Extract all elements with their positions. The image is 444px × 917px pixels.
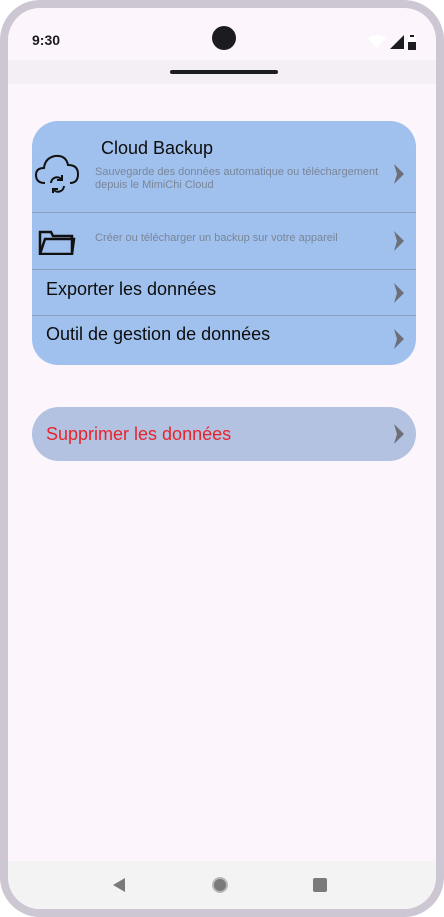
cloud-backup-row[interactable]: Cloud Backup Sauvegarde des données auto… <box>32 121 416 212</box>
folder-icon <box>38 230 76 255</box>
status-bar: 9:30 <box>8 8 436 60</box>
back-icon[interactable] <box>112 877 126 893</box>
data-management-row[interactable]: Outil de gestion de données <box>32 316 416 365</box>
status-time: 9:30 <box>32 32 61 48</box>
phone-frame: 9:30 Cloud Backup Sauvegarde des données… <box>0 0 444 917</box>
front-camera <box>212 26 236 50</box>
wifi-icon <box>368 35 386 48</box>
chevron-right-icon <box>394 231 404 251</box>
row-title: Cloud Backup <box>101 138 214 158</box>
chevron-right-icon <box>394 329 404 349</box>
recents-icon[interactable] <box>313 878 327 892</box>
delete-data-button[interactable]: Supprimer les données <box>32 407 416 461</box>
status-icons <box>368 34 416 50</box>
screen: 9:30 Cloud Backup Sauvegarde des données… <box>8 8 436 909</box>
row-title: Exporter les données <box>46 279 217 299</box>
chevron-right-icon <box>394 164 404 184</box>
battery-icon <box>408 34 416 50</box>
device-backup-row[interactable]: Créer ou télécharger un backup sur votre… <box>32 213 416 269</box>
delete-data-label: Supprimer les données <box>46 424 232 444</box>
row-title: Outil de gestion de données <box>46 324 271 344</box>
row-subtitle: Créer ou télécharger un backup sur votre… <box>95 232 338 244</box>
system-nav-bar <box>8 861 436 909</box>
home-icon[interactable] <box>212 877 228 893</box>
row-subtitle: Sauvegarde des données automatique ou té… <box>95 166 379 191</box>
export-data-row[interactable]: Exporter les données <box>32 270 416 315</box>
chevron-right-icon <box>394 283 404 303</box>
sheet-header <box>8 60 436 84</box>
signal-icon <box>390 35 404 49</box>
chevron-right-icon <box>394 424 404 444</box>
data-options-card: Cloud Backup Sauvegarde des données auto… <box>32 121 416 365</box>
cloud-sync-icon <box>35 154 79 193</box>
drag-handle[interactable] <box>170 70 278 74</box>
